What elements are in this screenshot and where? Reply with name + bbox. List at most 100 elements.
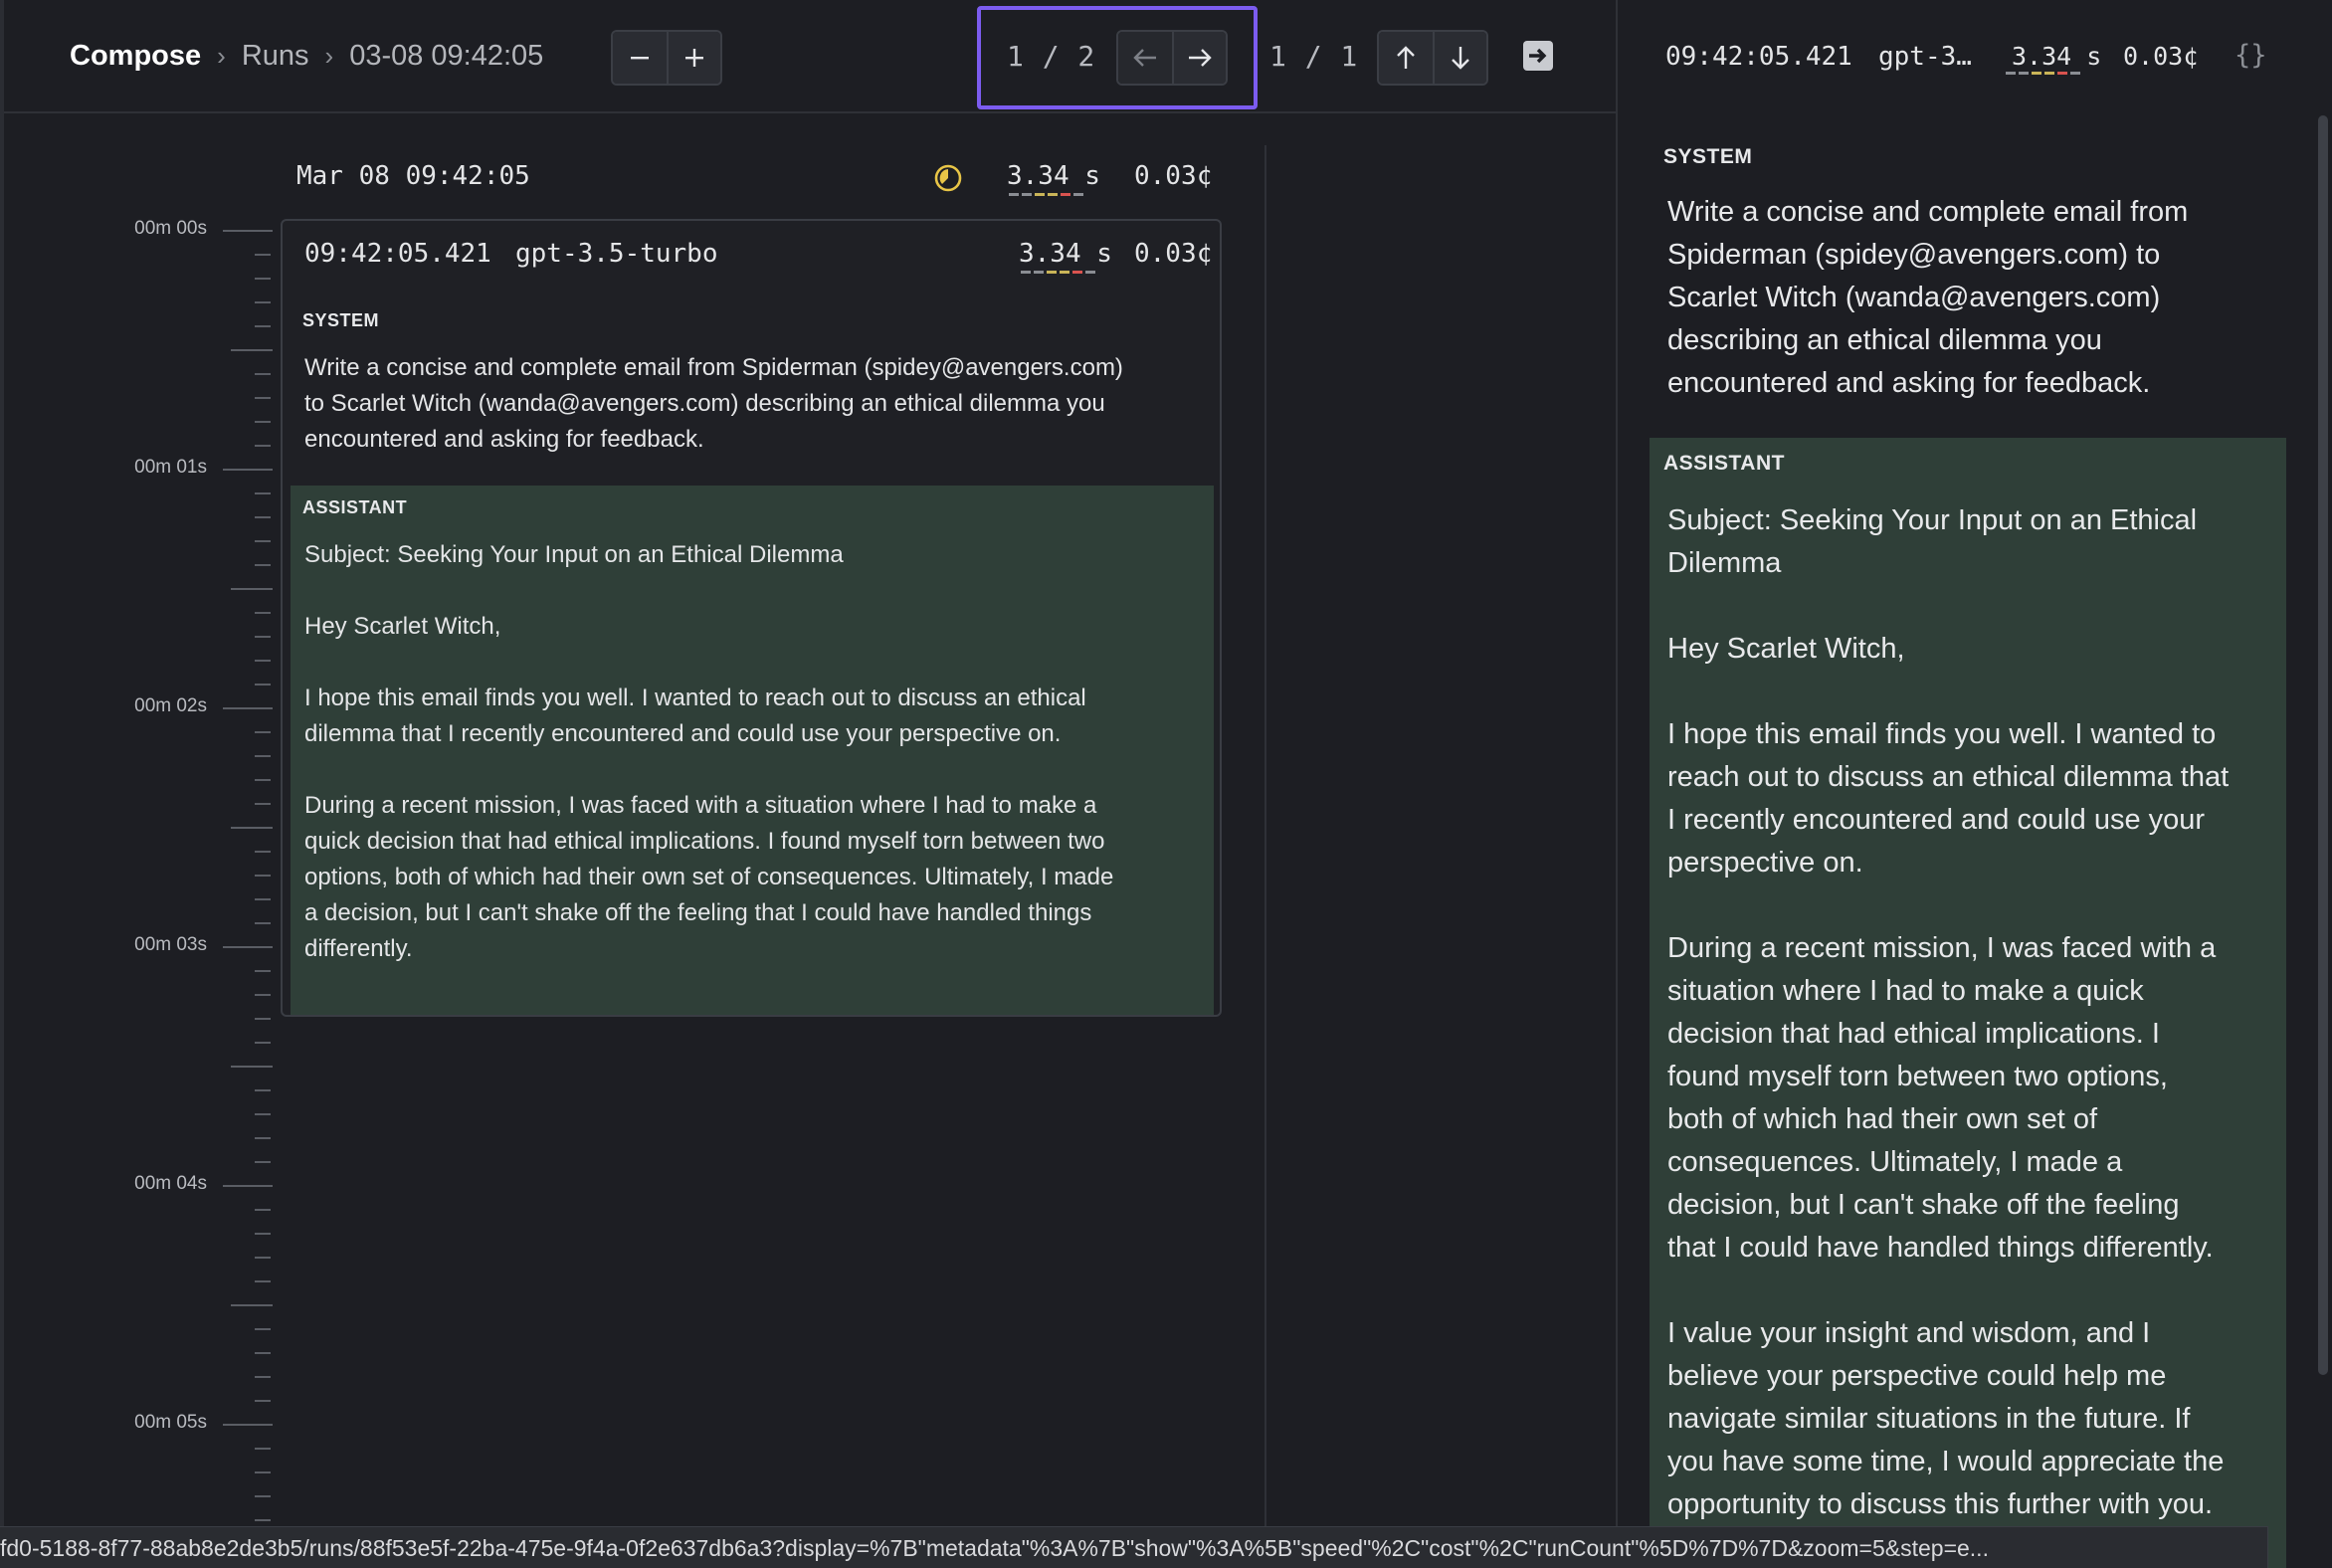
timeline-tick bbox=[255, 922, 271, 924]
detail-time: 09:42:05.421 bbox=[1665, 42, 1852, 72]
timeline-label: 00m 00s bbox=[134, 218, 207, 239]
timeline-tick bbox=[255, 540, 271, 542]
json-view-icon[interactable]: {} bbox=[2235, 40, 2267, 71]
timeline-tick bbox=[231, 349, 273, 351]
detail-system-message: Write a concise and complete email from … bbox=[1667, 196, 2189, 399]
breadcrumb-runs[interactable]: Runs bbox=[242, 40, 309, 73]
timeline-tick bbox=[255, 1448, 271, 1450]
timeline-tick bbox=[255, 660, 271, 662]
timeline-tick bbox=[255, 779, 271, 781]
timeline-tick bbox=[255, 492, 271, 494]
timeline-tick bbox=[255, 301, 271, 303]
breadcrumb-run[interactable]: 03-08 09:42:05 bbox=[349, 40, 543, 73]
timeline-tick bbox=[255, 516, 271, 518]
zoom-in-button[interactable] bbox=[667, 32, 720, 84]
run-date: Mar 08 09:42:05 bbox=[296, 161, 530, 191]
step-counter: 1 / 1 bbox=[1269, 40, 1359, 73]
detail-assistant-section: ASSISTANT Subject: Seeking Your Input on… bbox=[1650, 438, 2286, 1568]
assistant-label: ASSISTANT bbox=[302, 497, 408, 517]
breadcrumb: Compose › Runs › 03-08 09:42:05 bbox=[70, 36, 543, 76]
arrow-right-square-icon bbox=[1523, 41, 1553, 71]
timeline-tick bbox=[255, 1519, 271, 1521]
timeline-tick bbox=[255, 1280, 271, 1282]
timeline-tick bbox=[231, 1304, 273, 1306]
timeline-tick bbox=[255, 373, 271, 375]
timeline-tick bbox=[255, 325, 271, 327]
timeline-label: 00m 01s bbox=[134, 457, 207, 478]
detail-scrollbar[interactable] bbox=[2318, 115, 2328, 1375]
timeline-tick bbox=[255, 1018, 271, 1020]
detail-assistant-message: Subject: Seeking Your Input on an Ethica… bbox=[1667, 504, 2230, 1520]
timeline-tick bbox=[255, 803, 271, 805]
timeline-tick bbox=[255, 1328, 271, 1330]
timeline-tick bbox=[255, 1352, 271, 1354]
timeline-tick bbox=[255, 875, 271, 877]
timeline-label: 00m 04s bbox=[134, 1173, 207, 1194]
timeline-tick bbox=[255, 612, 271, 614]
timeline-tick bbox=[223, 1424, 273, 1426]
timeline-tick bbox=[255, 1376, 271, 1378]
step-speed-bar bbox=[1021, 271, 1095, 274]
step-model: gpt-3.5-turbo bbox=[515, 239, 718, 269]
timeline-tick bbox=[255, 1089, 271, 1091]
arrow-left-icon bbox=[1133, 49, 1156, 67]
detail-speed-bar bbox=[2006, 72, 2080, 75]
timeline-tick bbox=[255, 898, 271, 900]
run-header: Mar 08 09:42:05 3.34 s 0.03¢ bbox=[296, 161, 1212, 197]
arrow-down-icon bbox=[1452, 47, 1469, 70]
timeline-tick bbox=[255, 1113, 271, 1115]
run-counter: 1 / 2 bbox=[1007, 40, 1096, 73]
detail-header: 09:42:05.421 gpt-3… 3.34 s 0.03¢ {} bbox=[1618, 0, 2332, 113]
detail-system-label: SYSTEM bbox=[1663, 145, 1753, 168]
timeline-tick bbox=[255, 421, 271, 423]
timeline-tick bbox=[255, 1209, 271, 1211]
breadcrumb-root[interactable]: Compose bbox=[70, 40, 201, 73]
timeline-tick bbox=[231, 827, 273, 829]
step-duration: 3.34 s bbox=[1019, 239, 1112, 269]
timeline-tick bbox=[255, 397, 271, 399]
system-label: SYSTEM bbox=[302, 310, 380, 330]
timeline-tick bbox=[255, 755, 271, 757]
step-time: 09:42:05.421 bbox=[304, 239, 491, 269]
timeline-label: 00m 05s bbox=[134, 1412, 207, 1433]
next-run-button[interactable] bbox=[1172, 32, 1226, 84]
step-card-header: 09:42:05.421 gpt-3.5-turbo 3.34 s 0.03¢ bbox=[304, 239, 1212, 279]
timeline-tick bbox=[223, 1185, 273, 1187]
step-card[interactable]: 09:42:05.421 gpt-3.5-turbo 3.34 s 0.03¢ … bbox=[281, 219, 1222, 1017]
detail-assistant-label: ASSISTANT bbox=[1663, 452, 1785, 475]
chevron-right-icon: › bbox=[324, 40, 334, 71]
timeline-tick bbox=[231, 588, 273, 590]
detail-duration: 3.34 s bbox=[2012, 42, 2102, 71]
step-cost: 0.03¢ bbox=[1134, 239, 1213, 269]
run-timeline-pane: Compose › Runs › 03-08 09:42:05 1 / 2 1 … bbox=[0, 0, 1620, 1568]
run-status-icon bbox=[934, 164, 962, 192]
detail-cost: 0.03¢ bbox=[2123, 42, 2199, 71]
arrow-up-icon bbox=[1397, 46, 1415, 69]
system-message: Write a concise and complete email from … bbox=[304, 354, 1123, 453]
timeline-tick bbox=[223, 707, 273, 709]
zoom-out-button[interactable] bbox=[613, 32, 667, 84]
timeline-tick bbox=[223, 946, 273, 948]
assistant-message: Subject: Seeking Your Input on an Ethica… bbox=[304, 541, 1114, 962]
next-step-button[interactable] bbox=[1433, 32, 1486, 84]
minus-icon bbox=[631, 57, 649, 60]
previous-step-button[interactable] bbox=[1379, 32, 1433, 84]
run-duration: 3.34 s bbox=[1007, 161, 1100, 191]
timeline-tick bbox=[231, 1066, 273, 1068]
timeline-tick bbox=[255, 731, 271, 733]
timeline-tick bbox=[255, 1233, 271, 1235]
assistant-section: ASSISTANT Subject: Seeking Your Input on… bbox=[291, 486, 1214, 1015]
zoom-controls bbox=[611, 30, 722, 86]
timeline-end-line bbox=[1264, 145, 1266, 1568]
timeline-tick bbox=[255, 254, 271, 256]
timeline-label: 00m 02s bbox=[134, 695, 207, 716]
timeline-tick bbox=[255, 1400, 271, 1402]
timeline-tick bbox=[255, 445, 271, 447]
timeline-tick bbox=[255, 636, 271, 638]
top-toolbar: Compose › Runs › 03-08 09:42:05 1 / 2 1 … bbox=[4, 0, 1620, 113]
step-nav-controls bbox=[1377, 30, 1488, 86]
open-detail-button[interactable] bbox=[1522, 40, 1554, 72]
timeline-tick bbox=[255, 684, 271, 686]
run-cost: 0.03¢ bbox=[1134, 161, 1213, 191]
previous-run-button[interactable] bbox=[1118, 32, 1172, 84]
